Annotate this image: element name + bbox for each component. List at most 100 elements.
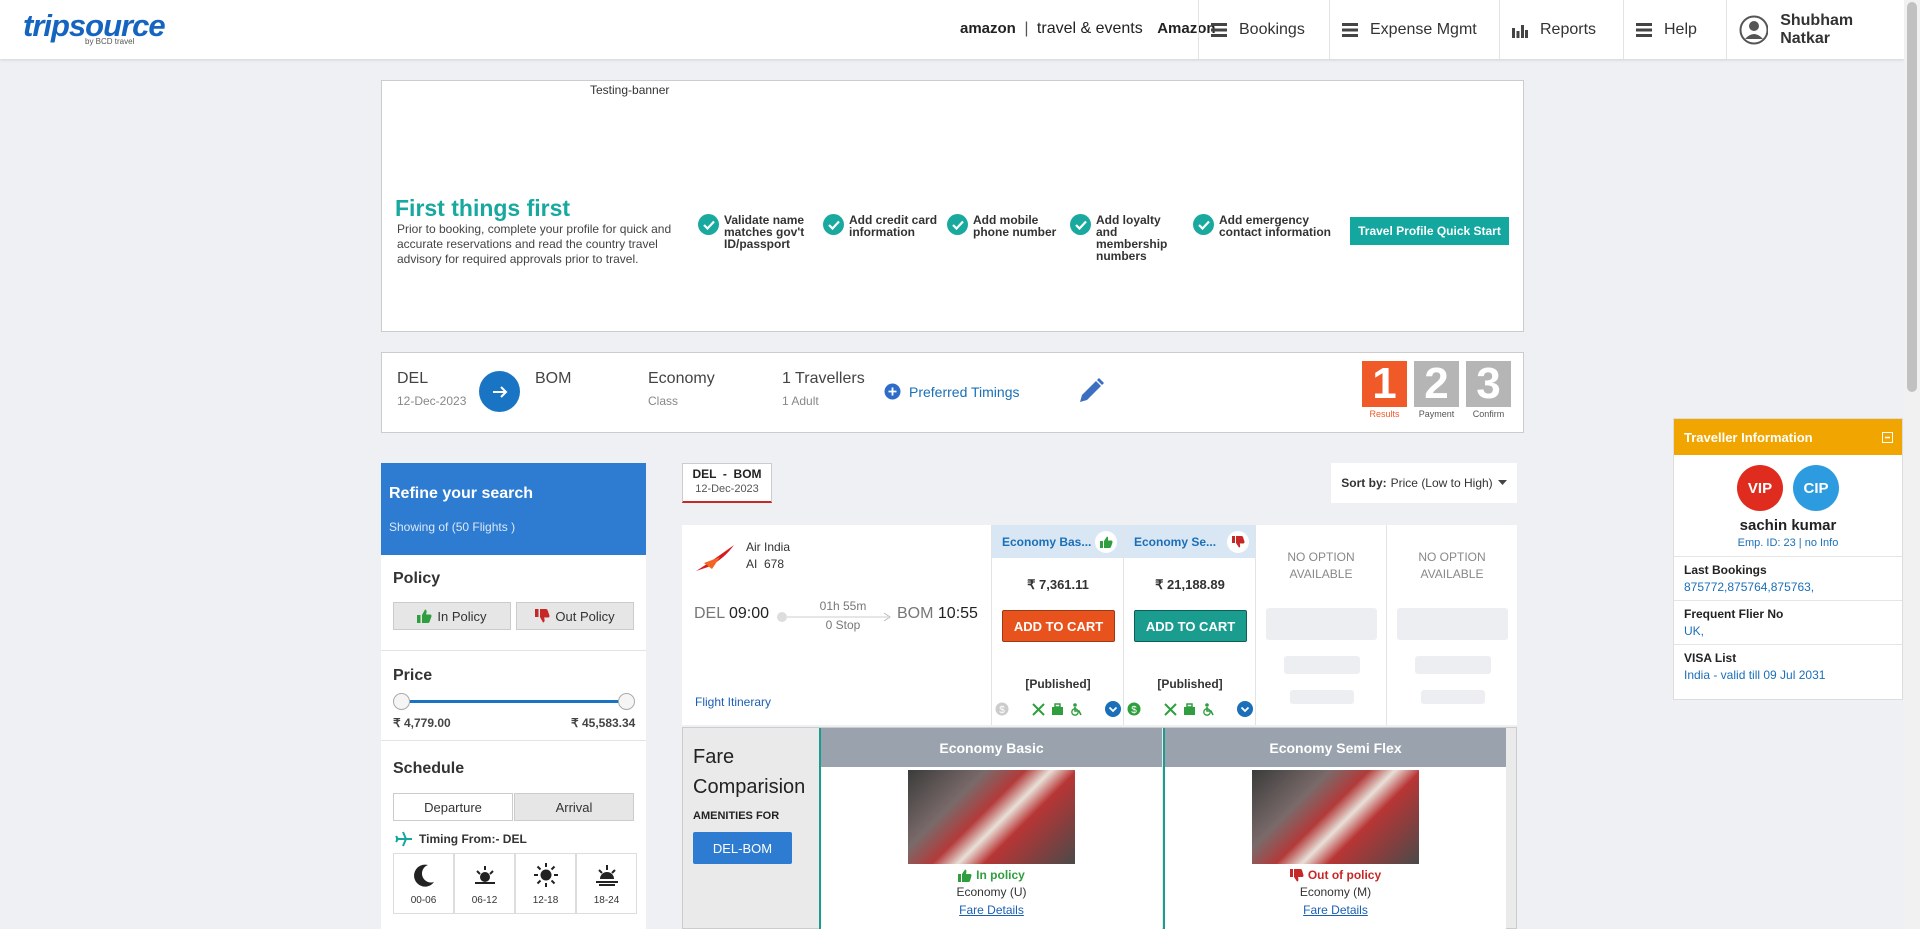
time-slot-afternoon[interactable]: 12-18: [515, 853, 576, 914]
fare-amenities: $: [995, 701, 1121, 717]
out-policy-label: Out Policy: [555, 608, 615, 624]
time-slot-night[interactable]: 00-06: [393, 853, 454, 914]
flight-itinerary-link[interactable]: Flight Itinerary: [695, 695, 771, 709]
airplane-icon: [395, 831, 412, 847]
fare-details-link[interactable]: Fare Details: [1165, 903, 1506, 917]
checkmark-icon: [947, 214, 968, 235]
cabin-seat-image: [1252, 770, 1419, 864]
booking-class: Economy (M): [1299, 885, 1372, 899]
employee-id: Emp. ID: 23 | no Info: [1737, 537, 1839, 549]
arrival-info: BOM 10:55: [897, 605, 978, 623]
route-amenities-button[interactable]: DEL-BOM: [693, 832, 792, 864]
nav-bookings[interactable]: Bookings: [1198, 0, 1317, 59]
fare-header[interactable]: Economy Se...: [1124, 525, 1255, 558]
traveller-badges: VIP CIP: [1674, 465, 1902, 511]
arrival-time: 10:55: [937, 605, 978, 622]
time-slots: 00-06 06-12 12-18 18-24: [393, 853, 637, 914]
vip-badge: VIP: [1737, 465, 1783, 511]
cip-badge: CIP: [1793, 465, 1839, 511]
step-payment-label: Payment: [1418, 409, 1455, 419]
last-bookings-value[interactable]: 875772,875764,875763,: [1684, 580, 1892, 594]
time-slot-evening[interactable]: 18-24: [576, 853, 637, 914]
refine-header: Refine your search Showing of (50 Flight…: [381, 463, 646, 555]
collapse-icon[interactable]: [1882, 431, 1893, 443]
out-policy-filter[interactable]: Out Policy: [516, 602, 634, 630]
schedule-title: Schedule: [393, 760, 465, 777]
dollar-icon: $: [1127, 702, 1141, 716]
menu-icon: [1342, 22, 1358, 37]
checkmark-icon: [1070, 214, 1091, 235]
edit-pencil-icon[interactable]: [1076, 376, 1106, 406]
swap-direction-button[interactable]: [479, 371, 520, 412]
price-range-track[interactable]: [401, 700, 627, 703]
time-slot-label: 00-06: [410, 894, 437, 906]
scrollbar-thumb[interactable]: [1907, 2, 1917, 392]
fare-name: Economy Bas...: [1002, 534, 1092, 549]
checkmark-icon: [1193, 214, 1214, 235]
nav-expense[interactable]: Expense Mgmt: [1329, 0, 1489, 59]
price-max-handle[interactable]: [618, 693, 635, 710]
amazon-travel-brand: amazon | travel & events Amazon: [960, 20, 1216, 38]
fare-details-link[interactable]: Fare Details: [821, 903, 1162, 917]
air-india-logo: [696, 545, 734, 571]
fare-amenities: $: [1127, 701, 1253, 717]
in-policy-filter[interactable]: In Policy: [393, 602, 511, 630]
sort-dropdown[interactable]: Sort by: Price (Low to High): [1331, 463, 1517, 503]
timing-from: Timing From:- DEL: [395, 831, 527, 847]
origin-code: DEL: [397, 370, 429, 387]
chevron-down-icon[interactable]: [1105, 701, 1121, 717]
check-validate-name: Validate name matches gov't ID/passport: [698, 214, 808, 250]
nav-reports[interactable]: Reports: [1499, 0, 1608, 59]
price-min-handle[interactable]: [393, 693, 410, 710]
check-label: Add loyalty and membership numbers: [1096, 213, 1168, 263]
banner-label: Testing-banner: [590, 83, 670, 97]
nav-help[interactable]: Help: [1623, 0, 1709, 59]
time-slot-morning[interactable]: 06-12: [454, 853, 515, 914]
fare-column-economy-basic: Economy Bas... ₹ 7,361.11 ADD TO CART [P…: [991, 525, 1123, 725]
no-option-text: NO OPTION AVAILABLE: [1287, 550, 1355, 581]
fare-header[interactable]: Economy Bas...: [992, 525, 1123, 558]
user-menu[interactable]: Shubham Natkar: [1726, 0, 1904, 59]
step-results-label: Results: [1369, 409, 1400, 419]
logo-subtitle: by BCD travel: [85, 37, 135, 46]
flight-result-card: Air India AI 678 DEL 09:00 01h 55m 0 Sto…: [682, 525, 1517, 725]
check-label: Validate name matches gov't ID/passport: [724, 213, 805, 251]
price-max-value: ₹ 45,583.34: [571, 716, 636, 730]
departure-code: DEL: [694, 605, 725, 622]
chevron-down-icon[interactable]: [1237, 701, 1253, 717]
check-mobile-number: Add mobile phone number: [947, 214, 1057, 238]
arrow-right-icon: [492, 385, 507, 398]
comparison-column-economy-semi-flex: Economy Semi Flex Out of policy Economy …: [1163, 728, 1506, 929]
destination-code: BOM: [535, 370, 572, 387]
time-slot-label: 18-24: [593, 894, 620, 906]
departure-tab[interactable]: Departure: [393, 793, 513, 821]
fare-type: [Published]: [1025, 677, 1091, 691]
arrival-tab[interactable]: Arrival: [514, 793, 634, 821]
banner-description: Prior to booking, complete your profile …: [397, 222, 672, 266]
policy-status-label: Out of policy: [1307, 868, 1382, 882]
fare-comparison-title: Fare Comparision: [693, 746, 806, 798]
travel-profile-quick-start-button[interactable]: Travel Profile Quick Start: [1350, 217, 1509, 245]
preferred-timings-button[interactable]: Preferred Timings: [884, 383, 1019, 400]
top-header: tripsource by BCD travel amazon | travel…: [0, 0, 1904, 59]
route-chip[interactable]: DEL - BOM 12-Dec-2023: [682, 463, 772, 503]
dollar-icon: $: [995, 702, 1009, 716]
nav-reports-label: Reports: [1540, 20, 1597, 38]
travel-date: 12-Dec-2023: [397, 394, 467, 408]
thumbs-down-icon: [1227, 530, 1249, 553]
time-slot-label: 06-12: [471, 894, 498, 906]
thumbs-up-icon: [958, 869, 972, 882]
svg-text:$: $: [999, 705, 1005, 716]
step-confirm: 3: [1466, 361, 1511, 407]
fare-type: [Published]: [1157, 677, 1223, 691]
check-label: Add credit card information: [849, 213, 938, 239]
cabin-class-label: Class: [648, 394, 679, 408]
step-results: 1: [1362, 361, 1407, 407]
add-to-cart-button[interactable]: ADD TO CART: [1002, 610, 1115, 642]
add-to-cart-button[interactable]: ADD TO CART: [1134, 610, 1247, 642]
sun-icon: [533, 862, 558, 887]
page-scrollbar[interactable]: [1904, 0, 1920, 929]
divider: [381, 650, 646, 651]
nav-expense-label: Expense Mgmt: [1370, 20, 1477, 38]
brand-divider: |: [1024, 20, 1029, 37]
